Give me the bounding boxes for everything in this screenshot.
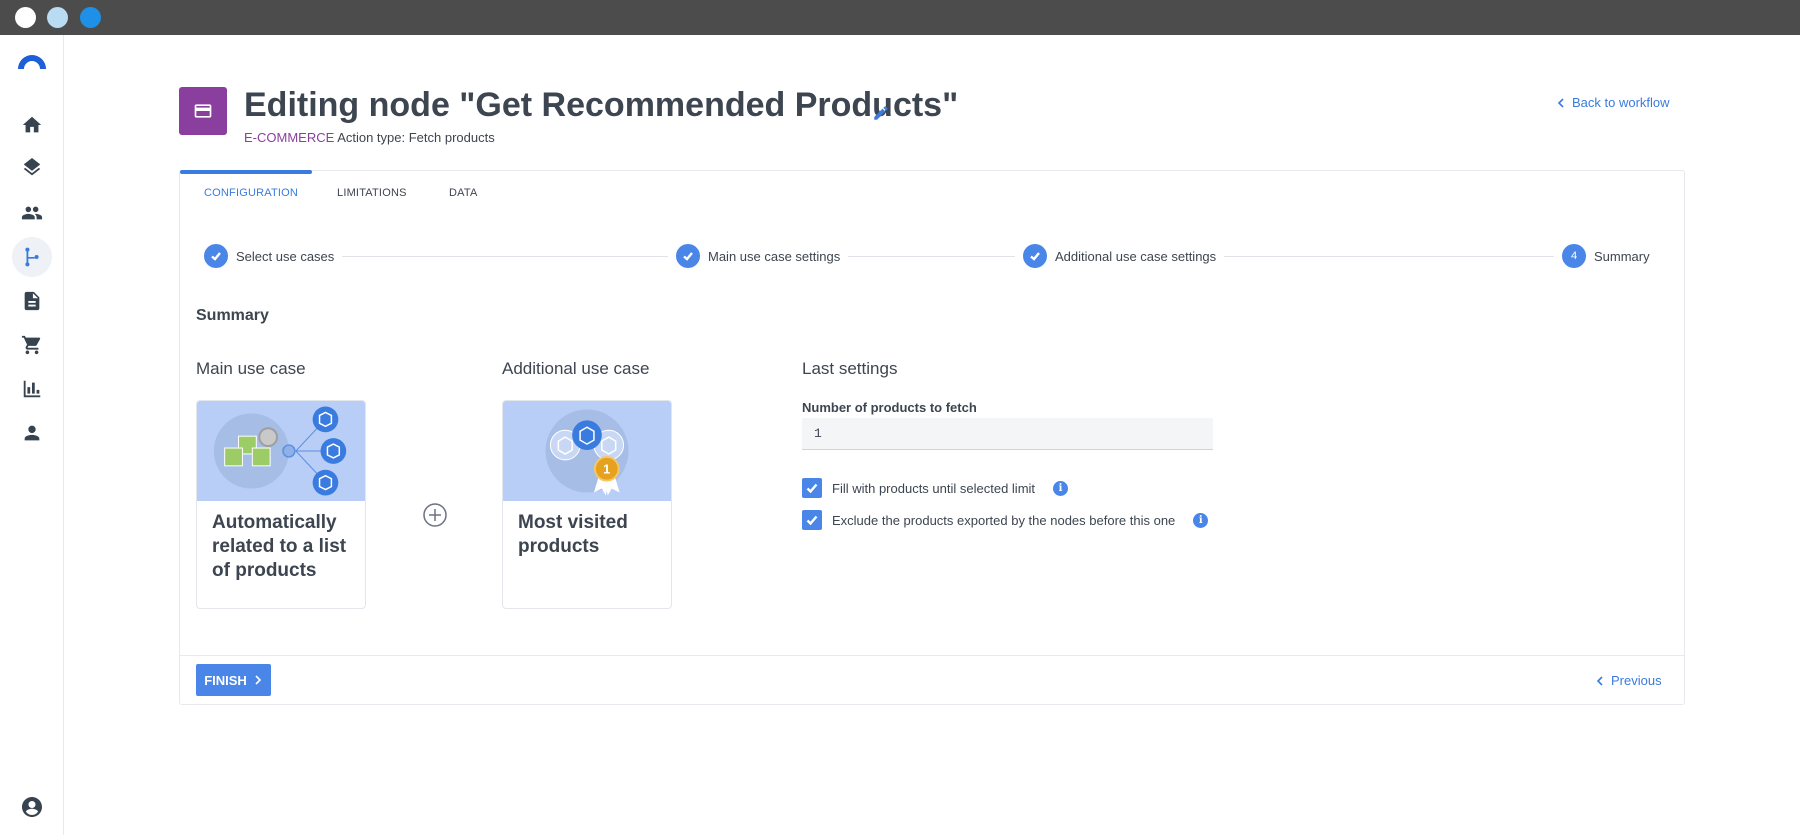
- finish-button[interactable]: FINISH: [196, 664, 271, 696]
- svg-text:1: 1: [603, 462, 610, 477]
- main-use-case-title: Automatically related to a list of produ…: [212, 512, 347, 581]
- additional-use-case-card[interactable]: 1 Most visited products: [502, 400, 672, 609]
- step-complete-indicator: [204, 244, 228, 268]
- check-icon: [806, 483, 818, 494]
- account-circle-icon: [22, 797, 42, 817]
- step-select-use-cases[interactable]: Select use cases: [204, 244, 343, 268]
- info-icon[interactable]: i: [1053, 480, 1069, 496]
- people-icon: [21, 206, 43, 220]
- info-icon[interactable]: i: [1193, 512, 1209, 528]
- summary-heading: Summary: [196, 307, 269, 324]
- sidebar-item-workflow[interactable]: [12, 237, 52, 277]
- exclude-products-option[interactable]: Exclude the products exported by the nod…: [802, 510, 1209, 530]
- account-button[interactable]: [20, 795, 44, 819]
- previous-button[interactable]: Previous: [1595, 673, 1662, 688]
- window-titlebar: [0, 0, 1800, 35]
- check-icon: [211, 252, 221, 261]
- fill-products-label: Fill with products until selected limit: [832, 480, 1036, 496]
- last-settings-heading: Last settings: [802, 359, 898, 378]
- tab-configuration[interactable]: CONFIGURATION: [204, 187, 298, 199]
- step-label: Main use case settings: [708, 248, 841, 264]
- brand-logo[interactable]: [16, 51, 48, 71]
- related-products-illustration: [197, 401, 365, 501]
- additional-use-case-title: Most visited products: [518, 512, 628, 557]
- exclude-products-label: Exclude the products exported by the nod…: [832, 512, 1176, 528]
- window-minimize-button[interactable]: [47, 7, 68, 28]
- window-close-button[interactable]: [15, 7, 36, 28]
- tab-data[interactable]: DATA: [449, 187, 478, 199]
- home-icon: [22, 116, 42, 133]
- person-icon: [24, 425, 40, 441]
- analytics-icon: [23, 380, 41, 398]
- main-use-case-card[interactable]: Automatically related to a list of produ…: [196, 400, 366, 609]
- edit-title-button[interactable]: [872, 104, 890, 122]
- sidebar-item-documents[interactable]: [12, 281, 52, 321]
- sidebar: [0, 35, 64, 835]
- card-icon: [194, 104, 212, 118]
- stepper-connector: [1210, 256, 1560, 257]
- page-title: Editing node "Get Recommended Products": [244, 86, 959, 124]
- plus-circle-icon: [422, 502, 448, 528]
- main-use-case-heading: Main use case: [196, 359, 306, 378]
- back-link-label: Back to workflow: [1572, 95, 1670, 110]
- sidebar-item-profile[interactable]: [12, 413, 52, 453]
- cart-icon: [21, 335, 41, 355]
- chevron-left-icon: [1557, 97, 1564, 108]
- sidebar-item-people[interactable]: [12, 193, 52, 233]
- step-label: Additional use case settings: [1055, 248, 1217, 264]
- check-icon: [1030, 252, 1040, 261]
- fill-products-checkbox[interactable]: [802, 478, 822, 498]
- action-type-label: Action type: Fetch products: [337, 130, 495, 145]
- check-icon: [683, 252, 693, 261]
- step-summary[interactable]: 4 Summary: [1554, 244, 1650, 268]
- step-number: 4: [1562, 244, 1586, 268]
- sidebar-item-home[interactable]: [12, 105, 52, 145]
- active-tab-indicator: [180, 170, 312, 174]
- tab-limitations[interactable]: LIMITATIONS: [337, 187, 407, 199]
- document-icon: [24, 291, 40, 311]
- check-icon: [806, 515, 818, 526]
- node-type-badge: [179, 87, 227, 135]
- node-subtitle: E-COMMERCE Action type: Fetch products: [244, 130, 495, 145]
- fill-products-option[interactable]: Fill with products until selected limit …: [802, 478, 1069, 498]
- step-label: Summary: [1594, 248, 1650, 264]
- step-complete-indicator: [676, 244, 700, 268]
- workflow-icon: [25, 247, 39, 267]
- most-visited-illustration: 1: [503, 401, 671, 501]
- step-complete-indicator: [1023, 244, 1047, 268]
- step-main-use-case-settings[interactable]: Main use case settings: [668, 244, 849, 268]
- step-label: Select use cases: [236, 248, 335, 264]
- products-count-label: Number of products to fetch: [802, 400, 977, 415]
- exclude-products-checkbox[interactable]: [802, 510, 822, 530]
- pencil-icon: [874, 106, 888, 120]
- node-editor-card: CONFIGURATION LIMITATIONS DATA Select us…: [179, 170, 1685, 705]
- chevron-left-icon: [1596, 675, 1603, 686]
- sidebar-item-layers[interactable]: [12, 149, 52, 189]
- finish-label: FINISH: [204, 672, 247, 688]
- category-label: E-COMMERCE: [244, 130, 335, 145]
- step-additional-use-case-settings[interactable]: Additional use case settings: [1015, 244, 1225, 268]
- window-maximize-button[interactable]: [80, 7, 101, 28]
- sidebar-item-commerce[interactable]: [12, 325, 52, 365]
- card-footer: FINISH Previous: [180, 655, 1684, 705]
- products-count-input[interactable]: [802, 418, 1213, 450]
- chevron-right-icon: [255, 675, 261, 685]
- layers-icon: [23, 158, 41, 176]
- additional-use-case-heading: Additional use case: [502, 359, 650, 378]
- sidebar-item-analytics[interactable]: [12, 369, 52, 409]
- previous-label: Previous: [1611, 673, 1662, 688]
- back-to-workflow-link[interactable]: Back to workflow: [1556, 95, 1670, 110]
